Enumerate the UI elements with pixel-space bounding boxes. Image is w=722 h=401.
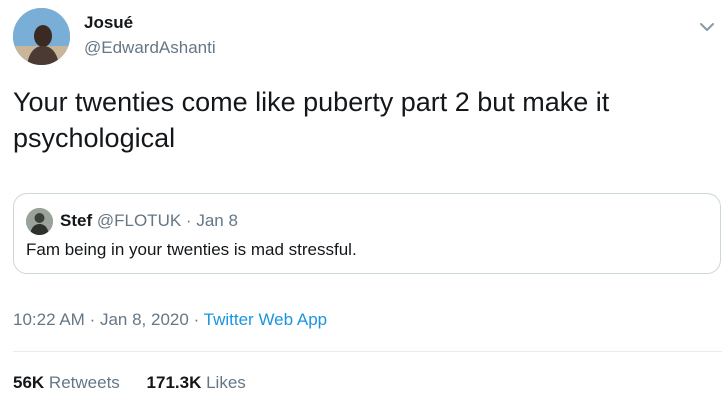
author-avatar-image [13,8,70,65]
tweet-time[interactable]: 10:22 AM [13,310,85,329]
likes-label: Likes [206,373,246,392]
likes-count: 171.3K [146,373,202,392]
likes-stat[interactable]: 171.3K Likes [147,373,246,392]
author-avatar[interactable] [13,8,70,65]
chevron-down-icon[interactable] [696,16,718,38]
quoted-meta: Stef @FLOTUK · Jan 8 [60,210,238,232]
meta-separator: · [89,310,96,329]
quoted-avatar [26,208,53,235]
quoted-text: Fam being in your twenties is mad stress… [26,240,357,259]
quoted-name: Stef [60,211,93,230]
author-name[interactable]: Josué [84,12,133,34]
quoted-date: Jan 8 [196,211,238,230]
meta-separator-2: · [193,310,200,329]
author-handle[interactable]: @EdwardAshanti [84,37,216,59]
divider [13,351,722,352]
tweet-stats: 56K Retweets 171.3K Likes [13,372,246,394]
retweets-count: 56K [13,373,45,392]
tweet-text: Your twenties come like puberty part 2 b… [13,87,610,153]
tweet-meta: 10:22 AM · Jan 8, 2020 · Twitter Web App [13,309,327,331]
tweet-date[interactable]: Jan 8, 2020 [100,310,189,329]
quoted-separator: · [185,211,192,230]
quoted-handle: @FLOTUK [96,211,182,230]
quoted-tweet[interactable]: Stef @FLOTUK · Jan 8 Fam being in your t… [13,193,721,274]
tweet-source-link[interactable]: Twitter Web App [204,310,327,329]
retweets-stat[interactable]: 56K Retweets [13,373,125,392]
retweets-label: Retweets [48,373,120,392]
